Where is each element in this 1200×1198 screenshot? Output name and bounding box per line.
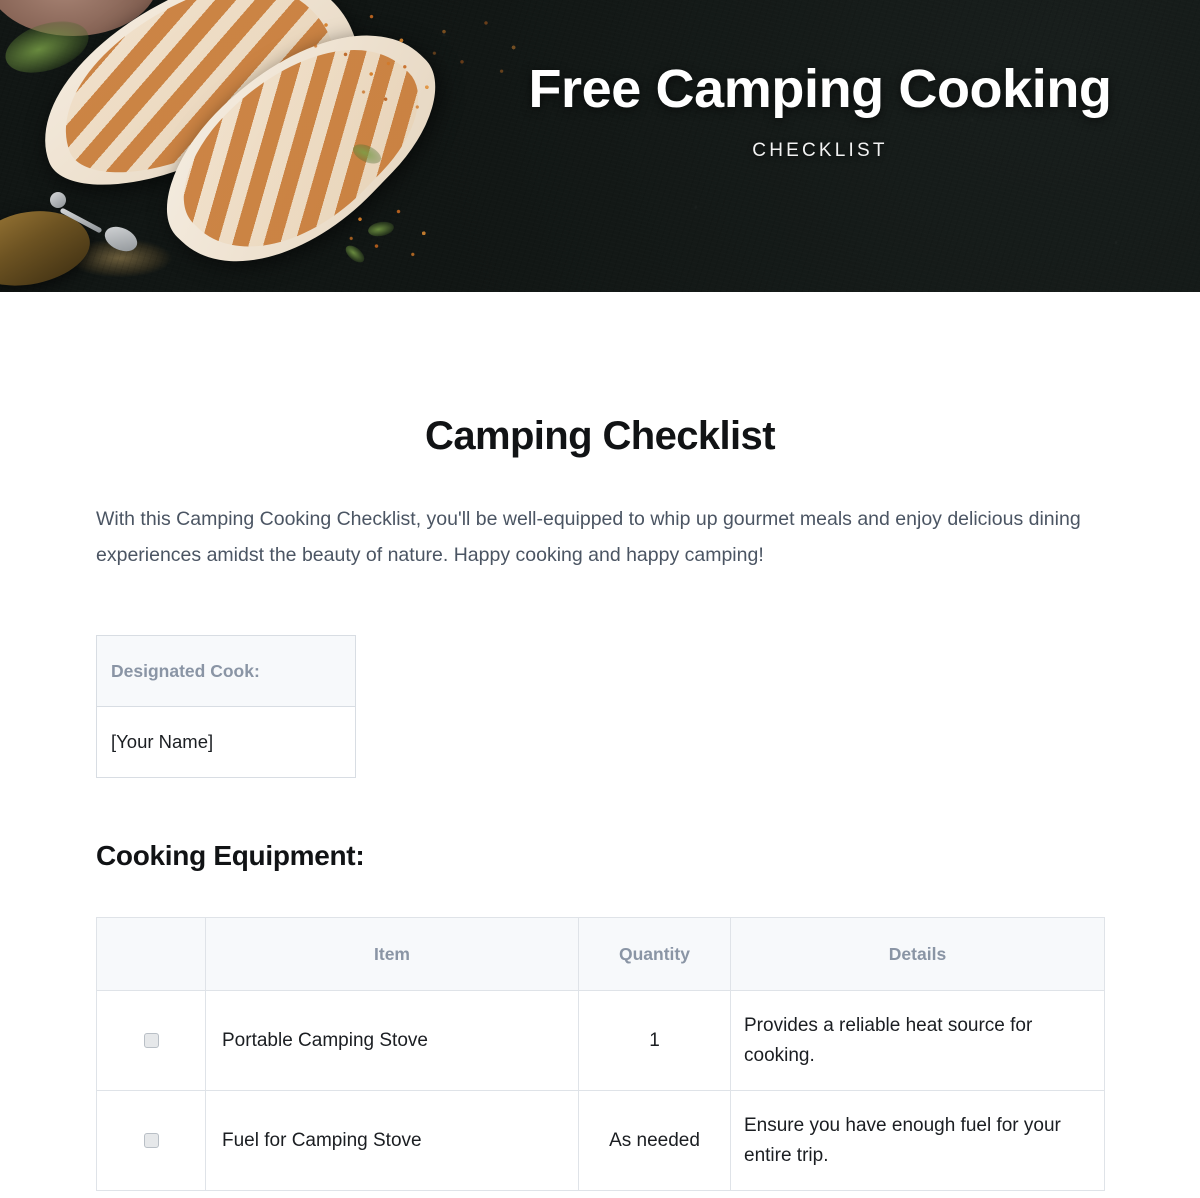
section-title-cooking-equipment: Cooking Equipment:	[96, 840, 365, 872]
table-header-row: Item Quantity Details	[96, 917, 1105, 992]
table-row: Portable Camping Stove 1 Provides a reli…	[96, 990, 1105, 1092]
row-quantity: As needed	[578, 1090, 731, 1192]
hero-title: Free Camping Cooking	[528, 59, 1112, 119]
hero-banner: Free Camping Cooking CHECKLIST	[0, 0, 1200, 292]
column-header-item: Item	[205, 917, 579, 992]
row-item: Portable Camping Stove	[205, 990, 579, 1092]
row-checkbox-cell[interactable]	[96, 990, 206, 1092]
page-title: Camping Checklist	[425, 414, 775, 458]
checkbox-icon[interactable]	[143, 1132, 159, 1148]
table-row: [Your Name]	[96, 706, 356, 779]
row-details: Ensure you have enough fuel for your ent…	[730, 1090, 1105, 1192]
hero-text-block: Free Camping Cooking CHECKLIST	[440, 0, 1200, 292]
row-checkbox-cell[interactable]	[96, 1090, 206, 1192]
spoon-knob	[50, 192, 66, 208]
column-header-quantity: Quantity	[578, 917, 731, 992]
cooking-equipment-table: Item Quantity Details Portable Camping S…	[96, 917, 1105, 1192]
table-row: Designated Cook:	[96, 635, 356, 708]
designated-cook-input[interactable]: [Your Name]	[96, 706, 356, 779]
column-header-details: Details	[730, 917, 1105, 992]
row-details: Provides a reliable heat source for cook…	[730, 990, 1105, 1092]
row-item: Fuel for Camping Stove	[205, 1090, 579, 1192]
table-row: Fuel for Camping Stove As needed Ensure …	[96, 1090, 1105, 1192]
document-body: Camping Checklist With this Camping Cook…	[0, 414, 1200, 1192]
hero-subtitle: CHECKLIST	[752, 140, 888, 161]
column-header-checkbox	[96, 917, 206, 992]
row-quantity: 1	[578, 990, 731, 1092]
designated-cook-label: Designated Cook:	[96, 635, 356, 708]
checkbox-icon[interactable]	[143, 1032, 159, 1048]
designated-cook-table: Designated Cook: [Your Name]	[96, 635, 356, 779]
intro-paragraph: With this Camping Cooking Checklist, you…	[96, 508, 1081, 567]
paprika-sprinkles	[338, 200, 448, 264]
